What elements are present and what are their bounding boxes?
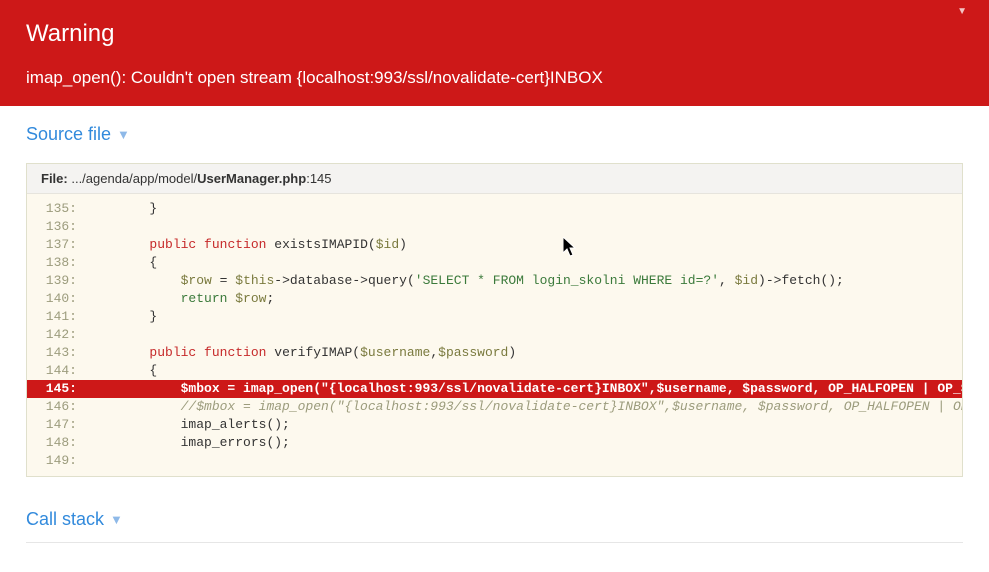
error-message: imap_open(): Couldn't open stream {local… [26,68,963,88]
line-number: 147: [27,416,87,434]
line-number: 137: [27,236,87,254]
line-content: { [87,362,962,380]
line-content: $row = $this->database->query('SELECT * … [87,272,962,290]
file-label: File: [41,171,68,186]
line-number: 143: [27,344,87,362]
code-line: 146: //$mbox = imap_open("{localhost:993… [27,398,962,416]
chevron-down-icon: ▼ [117,127,130,142]
line-number: 148: [27,434,87,452]
line-content: imap_errors(); [87,434,962,452]
code-line: 147: imap_alerts(); [27,416,962,434]
line-content: { [87,254,962,272]
line-number: 139: [27,272,87,290]
line-number: 142: [27,326,87,344]
line-number: 145: [27,380,87,398]
error-header: ▼ Warning imap_open(): Couldn't open str… [0,0,989,106]
code-line: 140: return $row; [27,290,962,308]
line-number: 135: [27,200,87,218]
line-content: public function existsIMAPID($id) [87,236,962,254]
line-number: 149: [27,452,87,470]
code-line: 137: public function existsIMAPID($id) [27,236,962,254]
call-stack-rule [26,542,963,550]
code-line: 135: } [27,200,962,218]
error-title: Warning [26,20,963,48]
call-stack-toggle[interactable]: Call stack ▼ [26,509,123,530]
chevron-down-icon: ▼ [110,512,123,527]
file-line: :145 [306,171,331,186]
line-content [87,326,962,344]
code-line: 136: [27,218,962,236]
code-line: 149: [27,452,962,470]
source-file-panel: File: .../agenda/app/model/UserManager.p… [26,163,963,477]
line-number: 136: [27,218,87,236]
file-path-header: File: .../agenda/app/model/UserManager.p… [27,164,962,194]
call-stack-label: Call stack [26,509,104,530]
code-line: 143: public function verifyIMAP($usernam… [27,344,962,362]
collapse-header-icon[interactable]: ▼ [957,6,967,17]
line-content [87,218,962,236]
line-number: 144: [27,362,87,380]
code-line: 138: { [27,254,962,272]
code-line: 142: [27,326,962,344]
line-content: return $row; [87,290,962,308]
line-content: $mbox = imap_open("{localhost:993/ssl/no… [87,380,962,398]
line-number: 146: [27,398,87,416]
code-line: 148: imap_errors(); [27,434,962,452]
line-number: 138: [27,254,87,272]
line-number: 140: [27,290,87,308]
code-line: 139: $row = $this->database->query('SELE… [27,272,962,290]
source-file-toggle[interactable]: Source file ▼ [26,124,130,145]
line-number: 141: [27,308,87,326]
call-stack-section: Call stack ▼ [0,477,989,550]
code-listing: 135: }136:137: public function existsIMA… [27,194,962,476]
line-content: } [87,308,962,326]
code-line: 144: { [27,362,962,380]
line-content: //$mbox = imap_open("{localhost:993/ssl/… [87,398,962,416]
code-line: 145: $mbox = imap_open("{localhost:993/s… [27,380,962,398]
file-path-prefix: .../agenda/app/model/ [68,171,197,186]
file-name: UserManager.php [197,171,306,186]
line-content: imap_alerts(); [87,416,962,434]
line-content [87,452,962,470]
source-file-label: Source file [26,124,111,145]
line-content: } [87,200,962,218]
code-line: 141: } [27,308,962,326]
line-content: public function verifyIMAP($username,$pa… [87,344,962,362]
source-file-section: Source file ▼ [0,106,989,145]
